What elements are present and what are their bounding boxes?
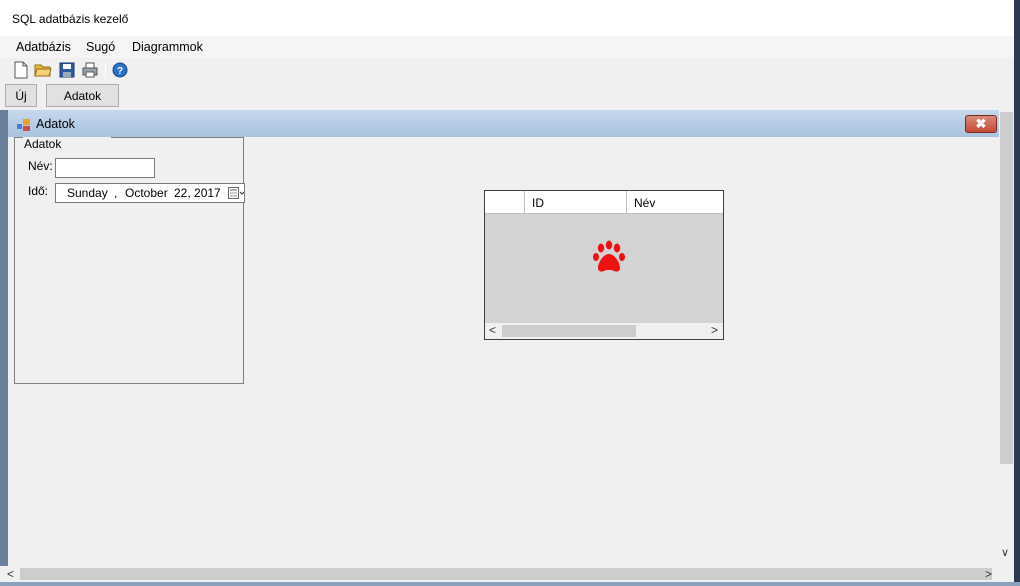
menu-item-diagrammok[interactable]: Diagrammok xyxy=(129,39,206,55)
print-icon[interactable] xyxy=(81,61,99,79)
date-day-year: 22, 2017 xyxy=(174,186,221,200)
main-title-bar: SQL adatbázis kezelő xyxy=(0,0,1014,36)
grid-row-header-corner xyxy=(485,191,525,214)
main-scroll-right-icon[interactable]: > xyxy=(985,567,992,581)
window-title: SQL adatbázis kezelő xyxy=(12,12,129,26)
name-input[interactable] xyxy=(55,158,155,178)
toolbar: ? xyxy=(0,58,1014,82)
data-grid[interactable]: ID Név < > xyxy=(484,190,724,340)
child-window-title: Adatok xyxy=(36,117,75,131)
menu-bar: Adatbázis Sugó Diagrammok xyxy=(0,36,1014,58)
calendar-dropdown-icon[interactable] xyxy=(228,187,244,200)
grid-scroll-thumb[interactable] xyxy=(502,325,636,337)
scroll-right-icon[interactable]: > xyxy=(711,323,718,337)
new-button[interactable]: Új xyxy=(5,84,37,107)
main-horizontal-scrollbar[interactable]: < > xyxy=(0,566,1014,582)
vertical-scroll-thumb[interactable] xyxy=(1000,112,1013,464)
button-row: Új Adatok xyxy=(0,82,1014,110)
mdi-area: Adatok ✖ Adatok Név: Idő: Sunday , Octob… xyxy=(0,110,1014,582)
date-picker[interactable]: Sunday , October 22, 2017 xyxy=(55,183,245,203)
menu-item-sugo[interactable]: Sugó xyxy=(83,39,118,55)
main-scroll-left-icon[interactable]: < xyxy=(7,567,14,581)
help-icon[interactable]: ? xyxy=(111,61,129,79)
grid-header: ID Név xyxy=(485,191,723,214)
menu-item-adatbazis[interactable]: Adatbázis xyxy=(13,39,74,55)
date-weekday: Sunday xyxy=(67,186,108,200)
mdi-left-edge xyxy=(0,110,8,582)
scroll-down-icon[interactable]: ∨ xyxy=(1001,546,1009,559)
svg-text:?: ? xyxy=(117,66,123,77)
vertical-scrollbar[interactable]: ∨ xyxy=(999,110,1014,566)
desktop-bottom-edge xyxy=(0,582,1020,586)
form-icon xyxy=(17,119,31,131)
close-icon: ✖ xyxy=(975,116,987,131)
save-icon[interactable] xyxy=(58,61,76,79)
child-window-title-bar[interactable]: Adatok ✖ xyxy=(8,110,999,137)
data-group-box: Adatok Név: Idő: Sunday , October 22, 20… xyxy=(14,137,245,384)
column-header-nev[interactable]: Név xyxy=(627,191,723,214)
child-window-body: Adatok Név: Idő: Sunday , October 22, 20… xyxy=(8,137,999,566)
date-comma: , xyxy=(114,186,118,200)
time-label: Idő: xyxy=(28,184,49,198)
data-button[interactable]: Adatok xyxy=(46,84,119,107)
grid-horizontal-scrollbar[interactable]: < > xyxy=(485,323,723,339)
main-scroll-thumb[interactable] xyxy=(20,568,992,580)
desktop-right-edge xyxy=(1014,0,1020,586)
new-document-icon[interactable] xyxy=(12,61,30,79)
date-month: October xyxy=(125,186,168,200)
toolbar-separator xyxy=(105,62,106,78)
column-header-id[interactable]: ID xyxy=(525,191,627,214)
close-button[interactable]: ✖ xyxy=(965,115,997,133)
group-box-label: Adatok xyxy=(23,137,111,151)
paw-print-icon xyxy=(593,240,625,278)
open-folder-icon[interactable] xyxy=(34,61,52,79)
scroll-left-icon[interactable]: < xyxy=(489,323,496,337)
name-label: Név: xyxy=(28,159,53,173)
